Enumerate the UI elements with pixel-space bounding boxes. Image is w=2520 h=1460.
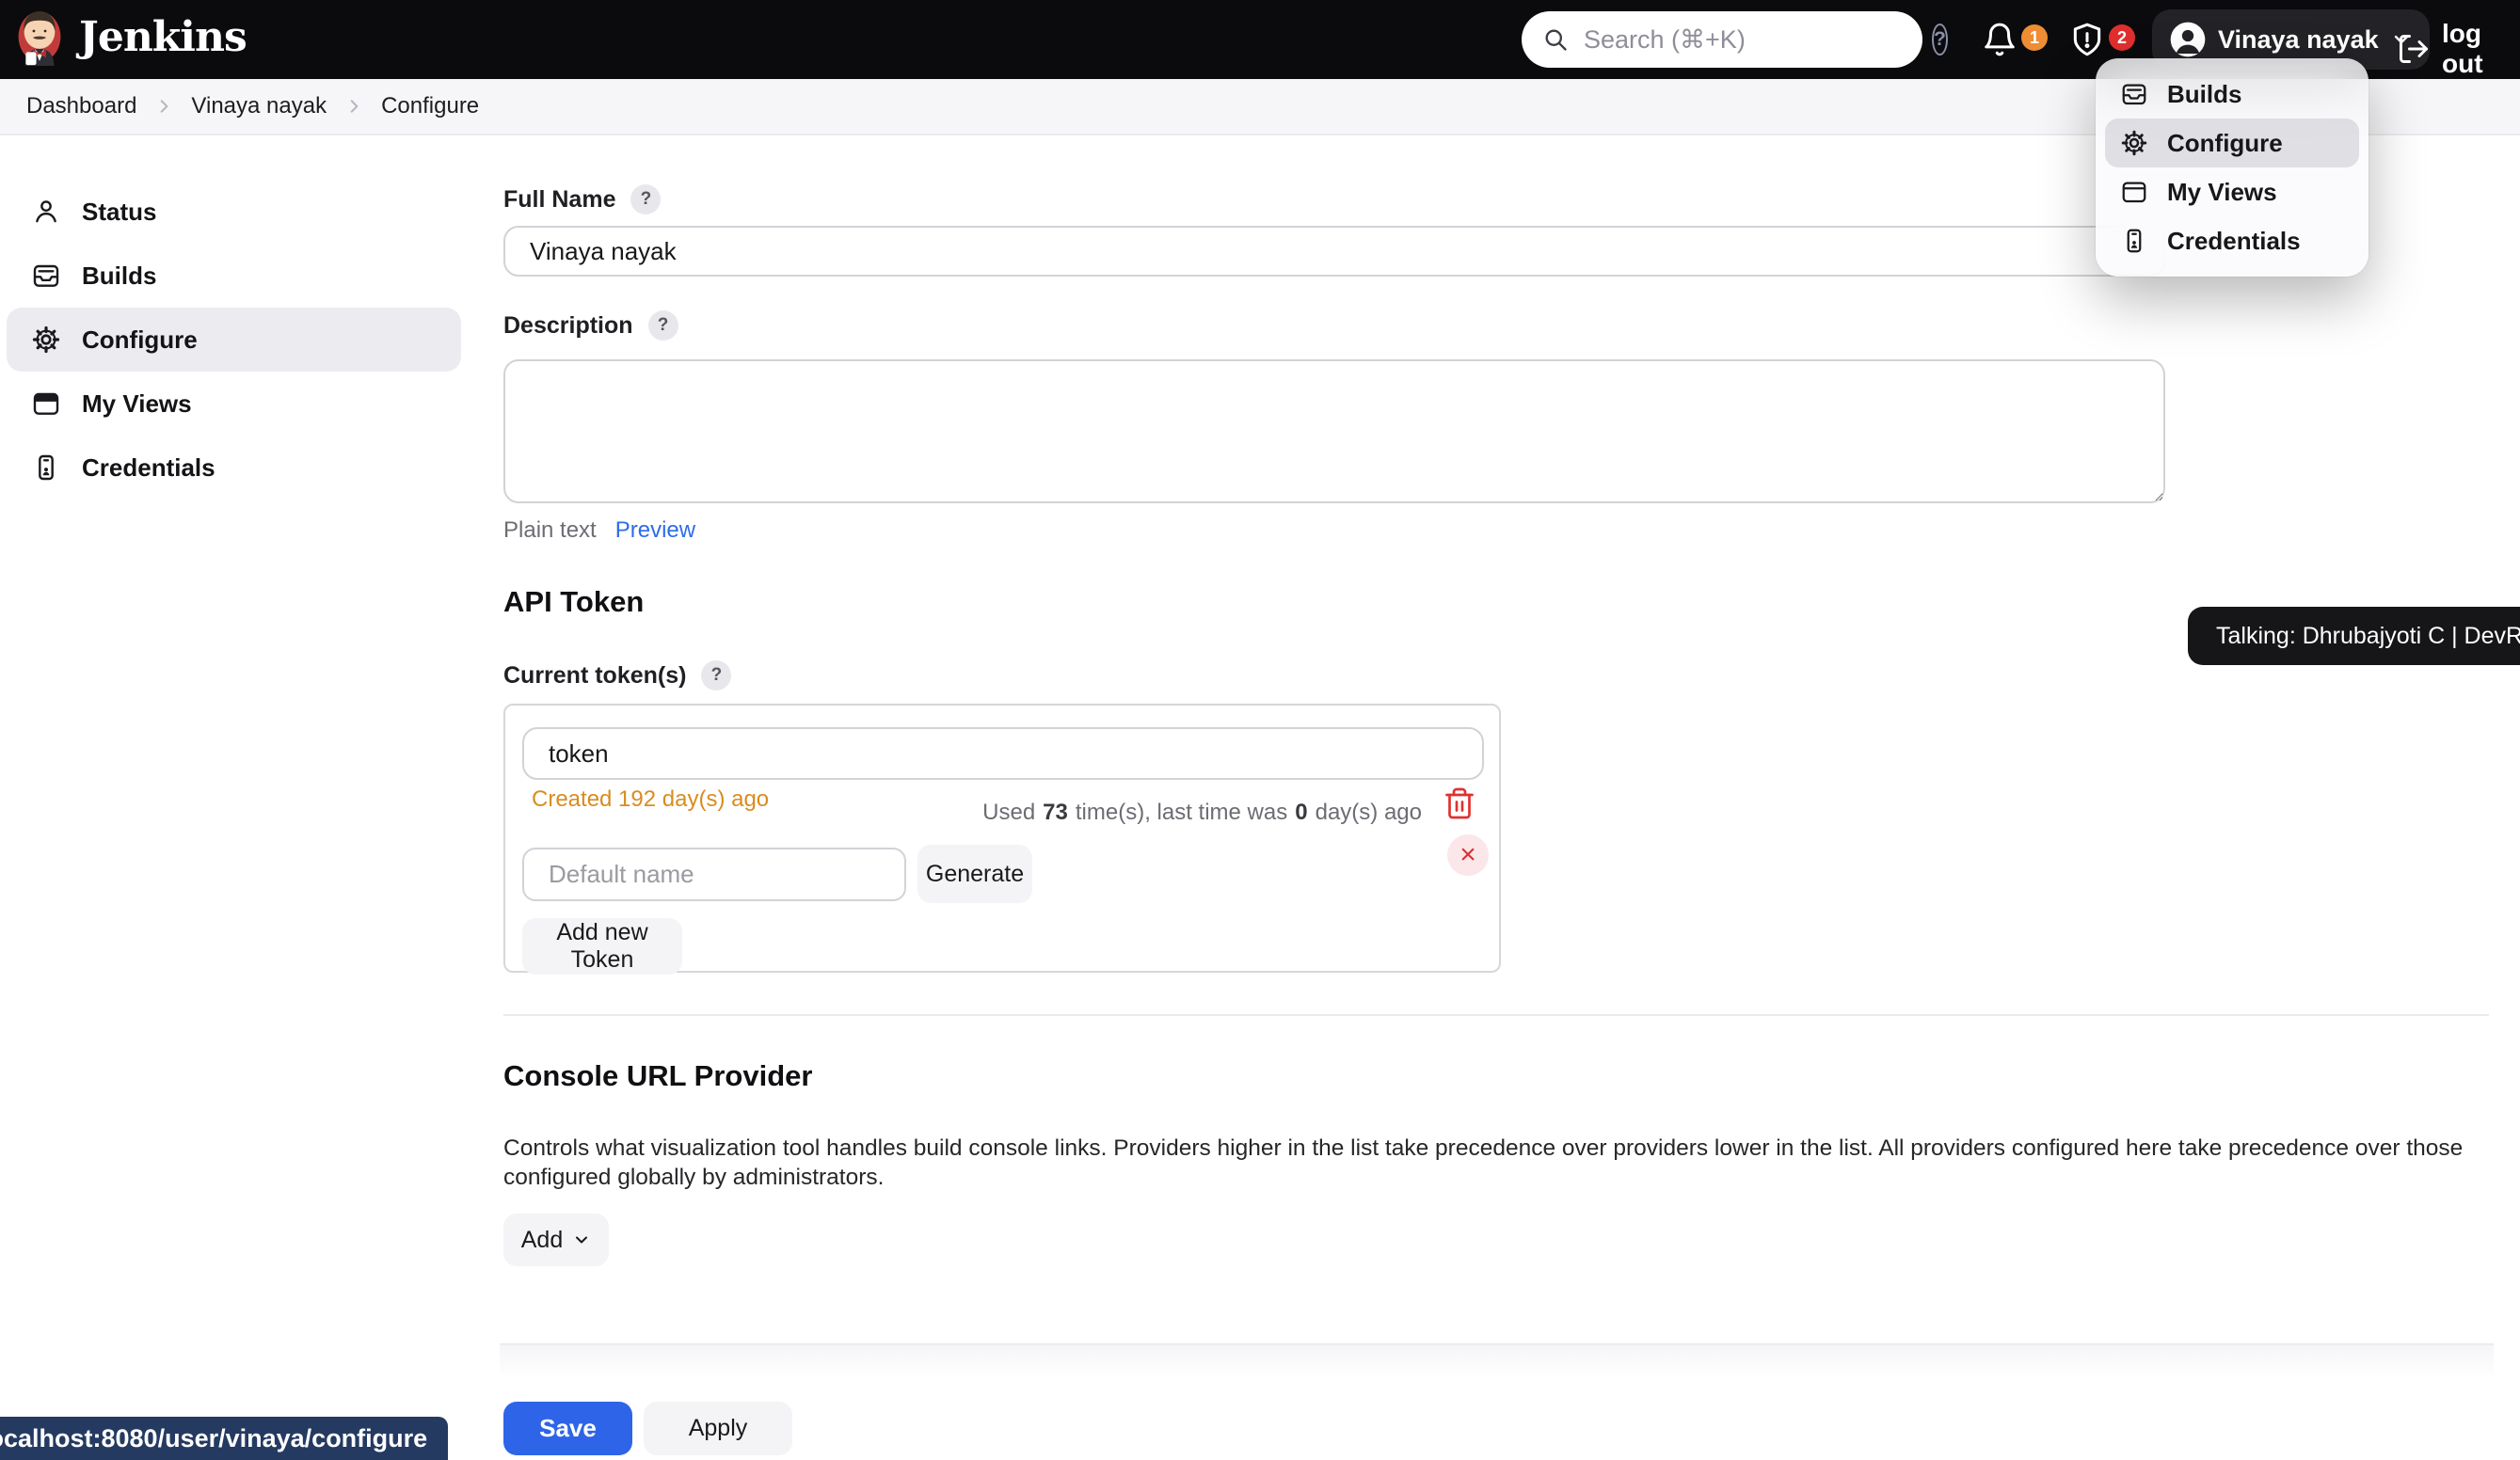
gear-icon xyxy=(2120,129,2148,157)
sidebar-item-label: Credentials xyxy=(82,453,215,483)
menu-item-label: Configure xyxy=(2167,129,2283,158)
builds-icon xyxy=(2120,80,2148,108)
full-name-input[interactable] xyxy=(503,226,2165,277)
new-token-name-input[interactable] xyxy=(522,848,906,901)
usage-last-count: 0 xyxy=(1295,800,1307,826)
window-icon xyxy=(2120,178,2148,206)
screenshare-talking-toast: Talking: Dhrubajyoti C | DevRel En... xyxy=(2188,607,2520,665)
chevron-right-icon xyxy=(345,98,362,115)
section-divider xyxy=(503,1014,2489,1016)
help-icon[interactable]: ? xyxy=(630,184,661,214)
security-shield-icon[interactable] xyxy=(2069,22,2105,57)
usage-prefix: Used xyxy=(982,800,1035,826)
avatar-icon xyxy=(2169,21,2207,58)
search-box[interactable]: ? xyxy=(1522,11,1922,68)
description-textarea[interactable] xyxy=(503,359,2165,503)
delete-token-icon[interactable] xyxy=(1443,786,1476,820)
security-badge[interactable]: 2 xyxy=(2109,24,2135,51)
jenkins-user-configure-page: Jenkins ? 1 2 xyxy=(0,0,2520,1460)
user-name-label: Vinaya nayak xyxy=(2218,25,2379,55)
current-tokens-label-row: Current token(s) ? xyxy=(503,660,731,690)
description-label: Description xyxy=(503,312,633,340)
add-provider-label: Add xyxy=(521,1227,563,1254)
menu-item-builds[interactable]: Builds xyxy=(2105,70,2359,119)
help-icon[interactable]: ? xyxy=(648,310,678,341)
breadcrumb-configure[interactable]: Configure xyxy=(381,93,479,119)
search-input[interactable] xyxy=(1584,25,1917,55)
sidebar-item-configure[interactable]: Configure xyxy=(7,308,461,372)
add-new-token-button[interactable]: Add new Token xyxy=(522,918,682,975)
menu-item-credentials[interactable]: Credentials xyxy=(2105,216,2359,265)
notifications-badge[interactable]: 1 xyxy=(2021,24,2048,51)
sidebar: Status Builds Configure xyxy=(0,135,471,500)
console-url-provider-heading: Console URL Provider xyxy=(503,1059,812,1093)
sidebar-item-label: Configure xyxy=(82,325,198,355)
jenkins-home-link[interactable]: Jenkins xyxy=(15,8,247,66)
logout-icon xyxy=(2397,32,2431,66)
full-name-label: Full Name xyxy=(503,186,615,214)
search-help-icon[interactable]: ? xyxy=(1932,24,1948,56)
apply-button[interactable]: Apply xyxy=(644,1402,792,1455)
user-dropdown-menu: Builds Configure My Views xyxy=(2096,58,2368,277)
token-created-label: Created 192 day(s) ago xyxy=(532,786,769,813)
sidebar-item-label: My Views xyxy=(82,389,192,419)
add-provider-button[interactable]: Add xyxy=(503,1214,609,1266)
window-icon xyxy=(31,389,61,419)
logout-button[interactable]: log out xyxy=(2397,19,2520,79)
usage-suffix: day(s) ago xyxy=(1316,800,1422,826)
generate-token-button[interactable]: Generate xyxy=(917,845,1032,903)
person-icon xyxy=(31,197,61,227)
id-card-icon xyxy=(31,452,61,483)
id-card-icon xyxy=(2120,227,2148,255)
link-status-url: localhost:8080/user/vinaya/configure xyxy=(0,1417,448,1460)
sidebar-item-label: Status xyxy=(82,198,156,227)
sidebar-item-credentials[interactable]: Credentials xyxy=(7,436,461,500)
save-button[interactable]: Save xyxy=(503,1402,632,1455)
token-group: Created 192 day(s) ago Used 73 time(s), … xyxy=(503,704,1501,973)
logout-label: log out xyxy=(2442,19,2520,79)
chevron-down-icon xyxy=(572,1230,591,1249)
sidebar-item-my-views[interactable]: My Views xyxy=(7,372,461,436)
current-tokens-label: Current token(s) xyxy=(503,662,686,690)
description-label-row: Description ? xyxy=(503,310,678,341)
usage-count: 73 xyxy=(1043,800,1068,826)
footer-gradient xyxy=(500,1345,2494,1379)
jenkins-logo-icon xyxy=(15,8,64,66)
full-name-label-row: Full Name ? xyxy=(503,184,661,214)
search-icon xyxy=(1542,26,1569,53)
plain-text-label: Plain text xyxy=(503,517,597,544)
brand-wordmark: Jenkins xyxy=(79,13,247,61)
console-url-provider-description: Controls what visualization tool handles… xyxy=(503,1134,2489,1192)
menu-item-configure[interactable]: Configure xyxy=(2105,119,2359,167)
chevron-right-icon xyxy=(155,98,172,115)
cancel-new-token-icon[interactable]: × xyxy=(1447,834,1489,876)
breadcrumb-user[interactable]: Vinaya nayak xyxy=(191,93,327,119)
menu-item-label: My Views xyxy=(2167,178,2277,207)
sidebar-item-status[interactable]: Status xyxy=(7,180,461,244)
sidebar-item-label: Builds xyxy=(82,262,156,291)
sidebar-item-builds[interactable]: Builds xyxy=(7,244,461,308)
notifications-bell-icon[interactable] xyxy=(1982,22,2018,57)
breadcrumb-dashboard[interactable]: Dashboard xyxy=(26,93,136,119)
description-mode-row: Plain text Preview xyxy=(503,517,695,544)
help-icon[interactable]: ? xyxy=(701,660,731,690)
gear-icon xyxy=(31,325,61,355)
api-token-heading: API Token xyxy=(503,585,644,619)
usage-mid: time(s), last time was xyxy=(1076,800,1287,826)
menu-item-label: Credentials xyxy=(2167,227,2301,256)
builds-icon xyxy=(31,261,61,291)
preview-link[interactable]: Preview xyxy=(615,517,695,544)
token-name-input[interactable] xyxy=(522,727,1484,780)
token-usage-label: Used 73 time(s), last time was 0 day(s) … xyxy=(982,800,1422,826)
menu-item-my-views[interactable]: My Views xyxy=(2105,167,2359,216)
menu-item-label: Builds xyxy=(2167,80,2241,109)
